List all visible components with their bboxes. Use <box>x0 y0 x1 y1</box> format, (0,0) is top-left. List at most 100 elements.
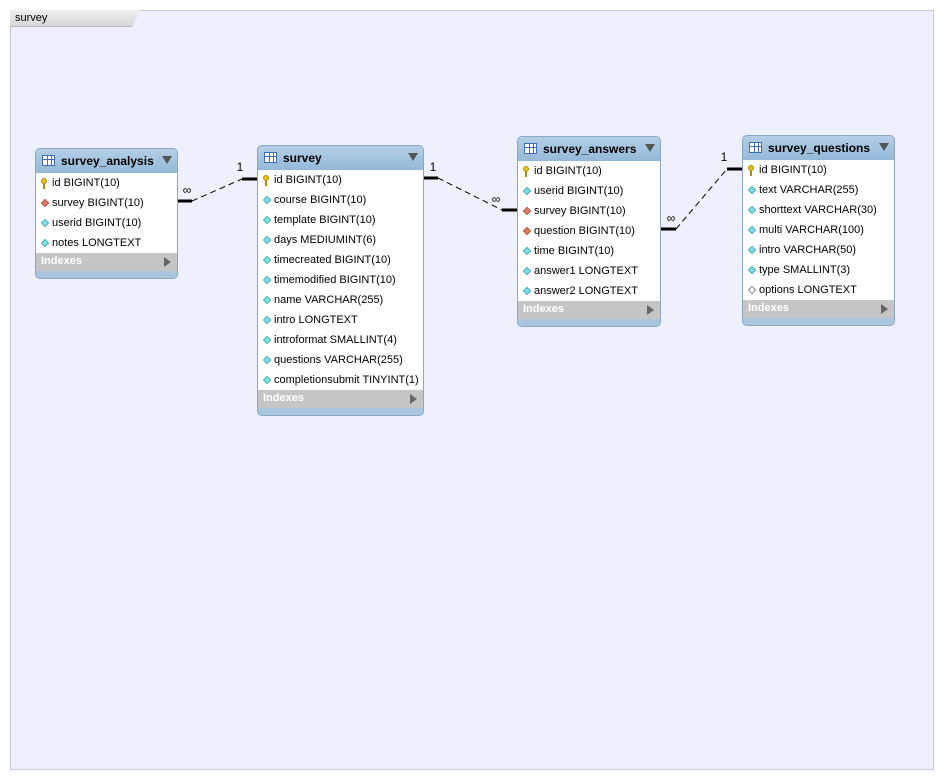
column-label: timecreated BIGINT(10) <box>274 254 391 266</box>
indexes-section[interactable]: Indexes <box>36 253 177 271</box>
column-row[interactable]: timemodified BIGINT(10) <box>258 270 423 290</box>
column-label: shorttext VARCHAR(30) <box>759 204 877 216</box>
foreign-key-icon <box>40 198 50 208</box>
column-row[interactable]: intro LONGTEXT <box>258 310 423 330</box>
expand-arrow-icon[interactable] <box>647 305 654 315</box>
column-row[interactable]: completionsubmit TINYINT(1) <box>258 370 423 390</box>
column-row[interactable]: survey BIGINT(10) <box>518 201 660 221</box>
entity-survey-answers[interactable]: survey_answersid BIGINT(10) userid BIGINT… <box>517 136 661 327</box>
column-row[interactable]: shorttext VARCHAR(30) <box>743 200 894 220</box>
entity-footer <box>743 318 894 325</box>
column-row[interactable]: id BIGINT(10) <box>36 173 177 193</box>
column-icon <box>40 218 50 228</box>
column-row[interactable]: notes LONGTEXT <box>36 233 177 253</box>
column-label: userid BIGINT(10) <box>534 185 624 197</box>
column-row[interactable]: answer2 LONGTEXT <box>518 281 660 301</box>
column-row[interactable]: userid BIGINT(10) <box>36 213 177 233</box>
collapse-toggle-icon[interactable] <box>408 153 418 161</box>
expand-arrow-icon[interactable] <box>881 304 888 314</box>
column-list: id BIGINT(10) course BIGINT(10) template B… <box>258 170 423 390</box>
indexes-label: Indexes <box>41 255 82 267</box>
column-icon <box>262 235 272 245</box>
column-row[interactable]: id BIGINT(10) <box>743 160 894 180</box>
primary-key-icon <box>748 165 754 176</box>
entity-survey-questions[interactable]: survey_questionsid BIGINT(10) text VARCHA… <box>742 135 895 326</box>
entity-footer <box>518 319 660 326</box>
entity-title: survey_questions <box>768 141 871 155</box>
column-row[interactable]: answer1 LONGTEXT <box>518 261 660 281</box>
column-row[interactable]: name VARCHAR(255) <box>258 290 423 310</box>
column-label: answer1 LONGTEXT <box>534 265 638 277</box>
column-label: days MEDIUMINT(6) <box>274 234 377 246</box>
column-label: options LONGTEXT <box>759 284 857 296</box>
column-label: id BIGINT(10) <box>274 174 342 186</box>
column-icon <box>262 215 272 225</box>
column-label: intro LONGTEXT <box>274 314 358 326</box>
column-label: time BIGINT(10) <box>534 245 615 257</box>
column-row[interactable]: options LONGTEXT <box>743 280 894 300</box>
relationship-line <box>191 178 243 202</box>
column-row[interactable]: course BIGINT(10) <box>258 190 423 210</box>
column-row[interactable]: type SMALLINT(3) <box>743 260 894 280</box>
column-label: course BIGINT(10) <box>274 194 367 206</box>
column-row[interactable]: intro VARCHAR(50) <box>743 240 894 260</box>
entity-header[interactable]: survey_analysis <box>36 149 177 173</box>
column-icon <box>262 195 272 205</box>
column-icon <box>747 265 757 275</box>
indexes-label: Indexes <box>263 392 304 404</box>
column-row[interactable]: time BIGINT(10) <box>518 241 660 261</box>
column-row[interactable]: id BIGINT(10) <box>518 161 660 181</box>
expand-arrow-icon[interactable] <box>410 394 417 404</box>
column-row[interactable]: multi VARCHAR(100) <box>743 220 894 240</box>
column-row[interactable]: id BIGINT(10) <box>258 170 423 190</box>
entity-header[interactable]: survey_questions <box>743 136 894 160</box>
collapse-toggle-icon[interactable] <box>645 144 655 152</box>
column-row[interactable]: userid BIGINT(10) <box>518 181 660 201</box>
column-icon <box>262 355 272 365</box>
entity-header[interactable]: survey <box>258 146 423 170</box>
cardinality-label: 1 <box>721 150 728 164</box>
primary-key-icon <box>263 175 269 186</box>
column-icon <box>522 186 532 196</box>
expand-arrow-icon[interactable] <box>164 257 171 267</box>
column-label: intro VARCHAR(50) <box>759 244 856 256</box>
indexes-section[interactable]: Indexes <box>258 390 423 408</box>
cardinality-label: ∞ <box>667 211 676 225</box>
entity-header[interactable]: survey_answers <box>518 137 660 161</box>
column-row[interactable]: questions VARCHAR(255) <box>258 350 423 370</box>
column-label: questions VARCHAR(255) <box>274 354 403 366</box>
cardinality-label: 1 <box>237 160 244 174</box>
entity-survey-analysis[interactable]: survey_analysisid BIGINT(10) survey BIGIN… <box>35 148 178 279</box>
column-row[interactable]: introformat SMALLINT(4) <box>258 330 423 350</box>
relationship-connectors: ∞ 1 1 ∞ ∞ 1 <box>178 150 742 231</box>
column-icon <box>747 185 757 195</box>
column-icon <box>40 238 50 248</box>
column-label: id BIGINT(10) <box>534 165 602 177</box>
column-row[interactable]: text VARCHAR(255) <box>743 180 894 200</box>
column-row[interactable]: template BIGINT(10) <box>258 210 423 230</box>
column-icon <box>262 375 272 385</box>
column-label: answer2 LONGTEXT <box>534 285 638 297</box>
column-row[interactable]: survey BIGINT(10) <box>36 193 177 213</box>
column-row[interactable]: timecreated BIGINT(10) <box>258 250 423 270</box>
indexes-section[interactable]: Indexes <box>518 301 660 319</box>
table-icon <box>524 143 537 154</box>
column-list: id BIGINT(10) survey BIGINT(10) userid BIG… <box>36 173 177 253</box>
table-icon <box>749 142 762 153</box>
column-icon <box>262 315 272 325</box>
cardinality-label: ∞ <box>492 192 501 206</box>
collapse-toggle-icon[interactable] <box>879 143 889 151</box>
column-icon <box>262 295 272 305</box>
entity-title: survey_analysis <box>61 154 154 168</box>
column-row[interactable]: days MEDIUMINT(6) <box>258 230 423 250</box>
column-icon <box>522 246 532 256</box>
indexes-section[interactable]: Indexes <box>743 300 894 318</box>
nullable-column-icon <box>747 285 757 295</box>
entity-footer <box>36 271 177 278</box>
column-row[interactable]: question BIGINT(10) <box>518 221 660 241</box>
collapse-toggle-icon[interactable] <box>162 156 172 164</box>
column-label: completionsubmit TINYINT(1) <box>274 374 419 386</box>
indexes-label: Indexes <box>523 303 564 315</box>
column-list: id BIGINT(10) text VARCHAR(255) shorttext … <box>743 160 894 300</box>
entity-survey[interactable]: survey id BIGINT(10) course BIGINT(10) temp… <box>257 145 424 416</box>
